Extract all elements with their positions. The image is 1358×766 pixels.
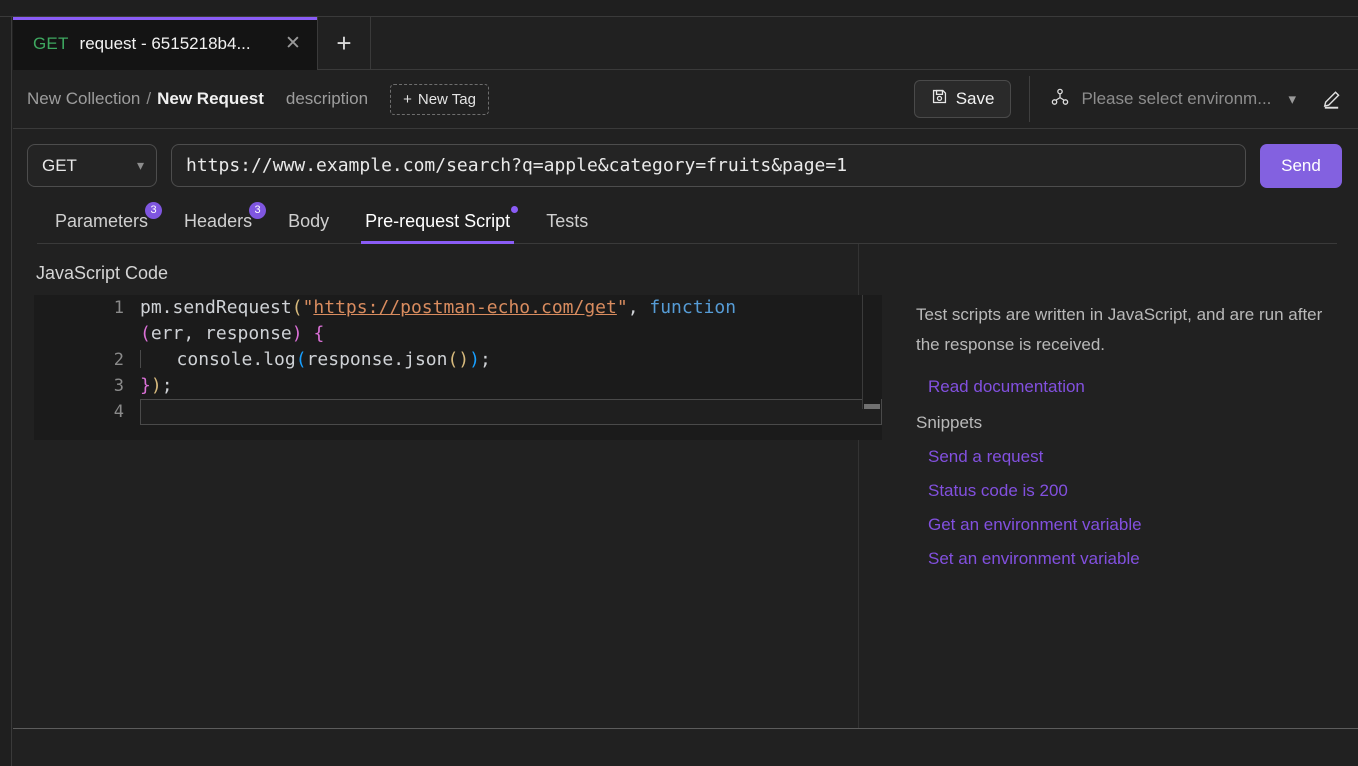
send-button[interactable]: Send <box>1260 143 1342 188</box>
read-documentation-link[interactable]: Read documentation <box>928 370 1085 404</box>
http-method-select[interactable]: GET ▾ <box>27 144 157 187</box>
line-number: 1 <box>113 298 124 318</box>
tab-headers[interactable]: Headers 3 <box>166 198 270 244</box>
chevron-down-icon: ▾ <box>136 157 144 173</box>
line-number: 2 <box>113 350 124 370</box>
snippet-send-a-request[interactable]: Send a request <box>928 440 1043 474</box>
breadcrumb: New Collection / New Request <box>27 89 264 109</box>
tab-body-label: Body <box>288 210 330 231</box>
request-section-tabs: Parameters 3 Headers 3 Body Pre-request … <box>13 198 1358 244</box>
environment-node-icon <box>1050 87 1070 112</box>
breadcrumb-toolbar: New Collection / New Request description +… <box>13 70 1358 129</box>
script-help-paragraph: Test scripts are written in JavaScript, … <box>916 305 1323 354</box>
snippets-heading: Snippets <box>916 413 983 432</box>
tab-parameters[interactable]: Parameters 3 <box>37 198 166 244</box>
tab-parameters-badge: 3 <box>145 202 163 219</box>
description-field[interactable]: description <box>286 89 368 109</box>
request-tab-bar: GET request - 6515218b4... ✕ + <box>13 17 1358 70</box>
tab-pre-request-script[interactable]: Pre-request Script <box>347 198 528 244</box>
line-number-spacer <box>34 321 140 347</box>
postman-request-window: GET request - 6515218b4... ✕ + New Colle… <box>0 0 1358 766</box>
pencil-edit-icon[interactable] <box>1321 89 1342 110</box>
line-number: 4 <box>113 402 124 422</box>
left-sidebar-rail <box>0 17 12 766</box>
url-input[interactable] <box>171 144 1246 187</box>
script-help-pane: Test scripts are written in JavaScript, … <box>916 300 1346 576</box>
window-top-strip <box>0 0 1358 17</box>
tab-tests-label: Tests <box>546 210 589 231</box>
environment-select[interactable]: Please select environm... <box>1081 89 1277 109</box>
save-label: Save <box>955 89 995 108</box>
add-tag-button[interactable]: + New Tag <box>390 83 489 115</box>
tab-body[interactable]: Body <box>270 198 347 244</box>
editor-code-content[interactable]: pm.sendRequest("https://postman-echo.com… <box>140 295 860 399</box>
environment-selector-group: Please select environm... ▾ <box>1029 76 1342 122</box>
add-tag-label: New Tag <box>417 90 476 108</box>
new-tab-glyph: + <box>336 28 352 58</box>
breadcrumb-separator: / <box>146 89 152 108</box>
request-url-row: GET ▾ Send <box>13 129 1358 202</box>
editor-pane-title: JavaScript Code <box>36 263 169 283</box>
status-bar <box>13 729 1358 766</box>
request-tab-0[interactable]: GET request - 6515218b4... ✕ <box>13 17 318 70</box>
editor-active-line-highlight <box>140 399 882 425</box>
line-number: 3 <box>113 376 124 396</box>
request-tab-method: GET <box>33 33 69 53</box>
snippet-status-code-is-200[interactable]: Status code is 200 <box>928 474 1068 508</box>
editor-gutter: 1 2 3 4 <box>34 295 140 440</box>
breadcrumb-request[interactable]: New Request <box>157 89 264 108</box>
unsaved-dot-icon <box>511 206 519 213</box>
plus-icon: + <box>403 90 412 108</box>
chevron-down-icon[interactable]: ▾ <box>1288 90 1296 108</box>
floppy-disk-icon <box>931 88 948 110</box>
plus-icon[interactable]: + <box>318 17 371 70</box>
request-tab-title: request - 6515218b4... <box>79 33 251 53</box>
code-string-url: https://postman-echo.com/get <box>313 297 617 318</box>
snippet-get-environment-variable[interactable]: Get an environment variable <box>928 508 1142 542</box>
javascript-code-editor[interactable]: 1 2 3 4 pm.sendRequest("https://postman-… <box>34 295 882 440</box>
http-method-value: GET <box>42 155 77 175</box>
editor-vertical-scrollbar[interactable] <box>862 295 881 409</box>
tab-headers-badge: 3 <box>249 202 267 219</box>
editor-vertical-scrollbar-thumb[interactable] <box>864 404 880 409</box>
snippet-set-environment-variable[interactable]: Set an environment variable <box>928 542 1140 576</box>
tab-tests[interactable]: Tests <box>528 198 606 244</box>
tab-pre-request-script-label: Pre-request Script <box>365 210 511 231</box>
save-button[interactable]: Save <box>913 80 1012 118</box>
tab-headers-label: Headers <box>184 210 253 231</box>
close-icon[interactable]: ✕ <box>283 34 303 53</box>
tab-parameters-label: Parameters <box>55 210 149 231</box>
breadcrumb-collection[interactable]: New Collection <box>27 89 140 108</box>
